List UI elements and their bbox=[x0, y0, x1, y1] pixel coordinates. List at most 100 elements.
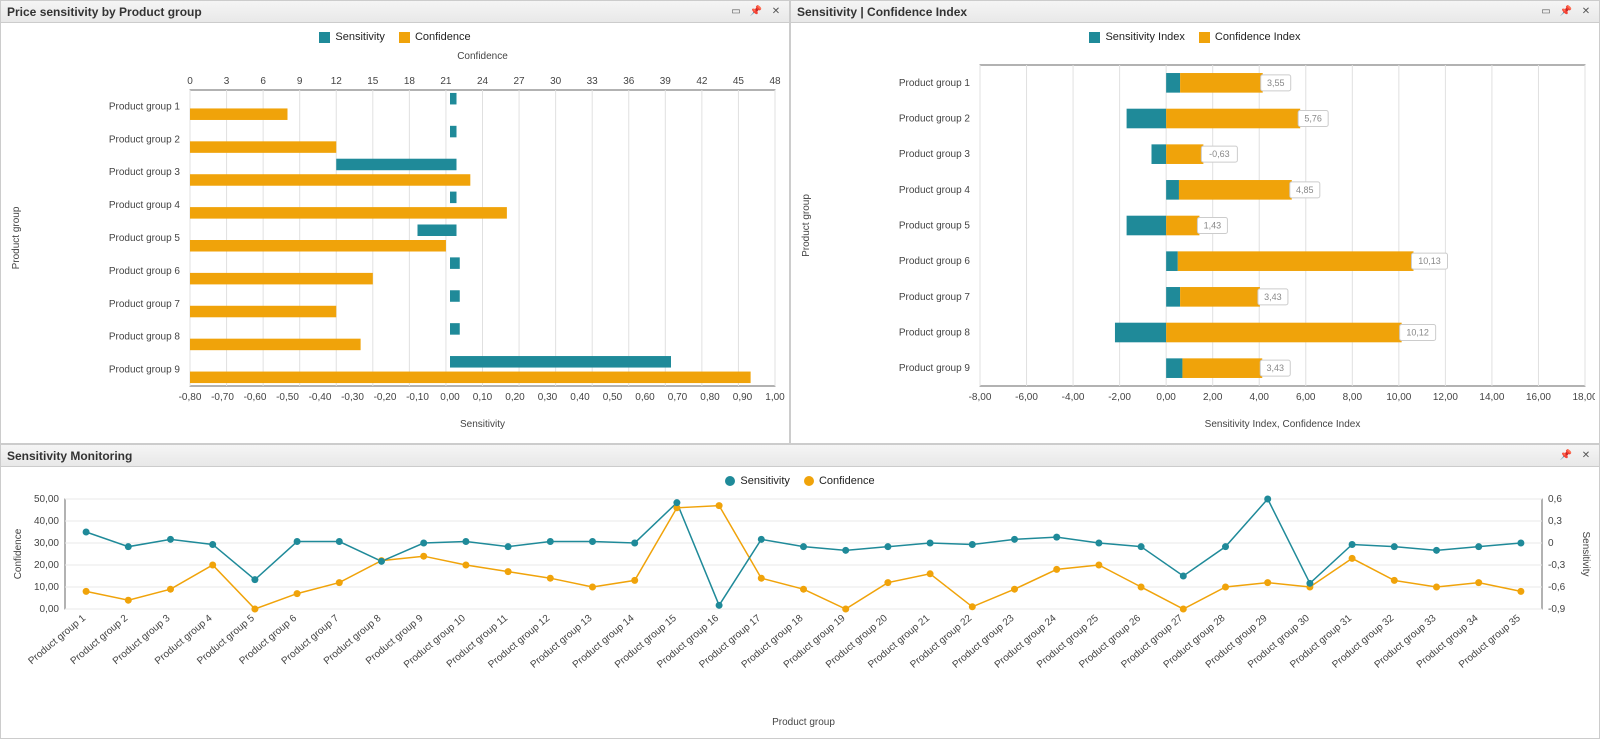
legend-swatch-orange bbox=[1199, 32, 1210, 43]
chart-legend: Sensitivity Index Confidence Index bbox=[795, 27, 1595, 45]
svg-text:Sensitivity: Sensitivity bbox=[460, 419, 505, 430]
chart-monitoring[interactable]: ConfidenceSensitivityProduct group0,0010… bbox=[5, 489, 1597, 729]
svg-text:48: 48 bbox=[769, 76, 781, 87]
svg-text:Product group 5: Product group 5 bbox=[109, 233, 181, 244]
svg-text:Product group 1: Product group 1 bbox=[109, 101, 181, 112]
svg-text:10,00: 10,00 bbox=[34, 582, 59, 593]
svg-text:Product group 6: Product group 6 bbox=[109, 266, 181, 277]
svg-text:Product group 7: Product group 7 bbox=[899, 292, 971, 303]
svg-text:20,00: 20,00 bbox=[34, 560, 59, 571]
panel-controls: ▭ 📌 ✕ bbox=[1539, 5, 1593, 19]
legend-swatch-teal bbox=[1089, 32, 1100, 43]
chart-confidence-index[interactable]: Sensitivity Index, Confidence Index Produ… bbox=[795, 45, 1595, 431]
svg-text:Sensitivity: Sensitivity bbox=[1580, 531, 1591, 576]
svg-text:0,00: 0,00 bbox=[1156, 392, 1176, 403]
svg-text:0,6: 0,6 bbox=[1548, 494, 1562, 505]
panel-controls: 📌 ✕ bbox=[1559, 449, 1593, 463]
svg-text:0,10: 0,10 bbox=[473, 392, 493, 403]
panel-body: Sensitivity Confidence Confidence Sensiti… bbox=[1, 467, 1599, 738]
svg-text:Product group 2: Product group 2 bbox=[899, 114, 971, 125]
legend-item-sensitivity-index[interactable]: Sensitivity Index bbox=[1089, 31, 1184, 43]
svg-text:-0,10: -0,10 bbox=[406, 392, 429, 403]
svg-text:-0,9: -0,9 bbox=[1548, 604, 1566, 615]
svg-text:0,3: 0,3 bbox=[1548, 516, 1562, 527]
svg-text:Product group: Product group bbox=[801, 194, 812, 257]
legend-item-confidence[interactable]: Confidence bbox=[804, 475, 875, 487]
svg-text:Product group 5: Product group 5 bbox=[899, 221, 971, 232]
close-icon[interactable]: ✕ bbox=[1579, 449, 1593, 463]
panel-body: Sensitivity Index Confidence Index Sensi… bbox=[791, 23, 1599, 443]
svg-text:39: 39 bbox=[660, 76, 672, 87]
svg-text:-0,50: -0,50 bbox=[276, 392, 299, 403]
pin-icon[interactable]: 📌 bbox=[1559, 5, 1573, 19]
panel-body: Sensitivity Confidence ConfidenceSensiti… bbox=[1, 23, 789, 443]
svg-text:0: 0 bbox=[1548, 538, 1554, 549]
svg-text:18: 18 bbox=[404, 76, 416, 87]
svg-text:-0,30: -0,30 bbox=[341, 392, 364, 403]
svg-text:Product group 4: Product group 4 bbox=[109, 200, 181, 211]
panel-header: Sensitivity | Confidence Index ▭ 📌 ✕ bbox=[791, 1, 1599, 23]
pin-icon[interactable]: 📌 bbox=[749, 5, 763, 19]
svg-text:Product group 2: Product group 2 bbox=[109, 134, 181, 145]
svg-text:-0,60: -0,60 bbox=[244, 392, 267, 403]
svg-text:21: 21 bbox=[440, 76, 452, 87]
panel-title: Price sensitivity by Product group bbox=[7, 5, 729, 19]
svg-text:3,43: 3,43 bbox=[1264, 292, 1282, 302]
svg-text:Product group 8: Product group 8 bbox=[109, 332, 181, 343]
svg-text:1,00: 1,00 bbox=[765, 392, 785, 403]
legend-dot-teal bbox=[725, 476, 735, 486]
panel-title: Sensitivity Monitoring bbox=[7, 449, 1559, 463]
panel-controls: ▭ 📌 ✕ bbox=[729, 5, 783, 19]
pin-icon[interactable]: 📌 bbox=[1559, 449, 1573, 463]
svg-text:12,00: 12,00 bbox=[1433, 392, 1458, 403]
svg-text:-0,20: -0,20 bbox=[374, 392, 397, 403]
close-icon[interactable]: ✕ bbox=[769, 5, 783, 19]
panel-price-sensitivity: Price sensitivity by Product group ▭ 📌 ✕… bbox=[0, 0, 790, 444]
svg-text:Product group 8: Product group 8 bbox=[899, 328, 971, 339]
svg-text:6: 6 bbox=[260, 76, 266, 87]
maximize-icon[interactable]: ▭ bbox=[729, 5, 743, 19]
svg-text:40,00: 40,00 bbox=[34, 516, 59, 527]
svg-text:Product group 7: Product group 7 bbox=[109, 299, 181, 310]
legend-item-confidence[interactable]: Confidence bbox=[399, 31, 471, 43]
legend-label: Confidence bbox=[415, 31, 471, 43]
legend-item-confidence-index[interactable]: Confidence Index bbox=[1199, 31, 1301, 43]
legend-swatch-teal bbox=[319, 32, 330, 43]
svg-text:-0,63: -0,63 bbox=[1209, 149, 1230, 159]
legend-label: Sensitivity bbox=[740, 475, 790, 487]
panel-header: Price sensitivity by Product group ▭ 📌 ✕ bbox=[1, 1, 789, 23]
svg-text:30,00: 30,00 bbox=[34, 538, 59, 549]
legend-item-sensitivity[interactable]: Sensitivity bbox=[319, 31, 385, 43]
maximize-icon[interactable]: ▭ bbox=[1539, 5, 1553, 19]
svg-text:Product group 6: Product group 6 bbox=[899, 256, 971, 267]
svg-text:Sensitivity Index, Confidence: Sensitivity Index, Confidence Index bbox=[1205, 419, 1361, 430]
svg-text:0,60: 0,60 bbox=[635, 392, 655, 403]
svg-text:-6,00: -6,00 bbox=[1015, 392, 1038, 403]
chart-price-sensitivity[interactable]: ConfidenceSensitivityProduct group036912… bbox=[5, 45, 785, 431]
svg-text:Confidence: Confidence bbox=[13, 528, 24, 579]
close-icon[interactable]: ✕ bbox=[1579, 5, 1593, 19]
svg-text:4,85: 4,85 bbox=[1296, 185, 1314, 195]
svg-text:-2,00: -2,00 bbox=[1108, 392, 1131, 403]
svg-text:Product group 9: Product group 9 bbox=[899, 363, 971, 374]
svg-text:0,00: 0,00 bbox=[440, 392, 460, 403]
svg-text:Confidence: Confidence bbox=[457, 51, 508, 62]
svg-text:4,00: 4,00 bbox=[1249, 392, 1269, 403]
legend-label: Sensitivity Index bbox=[1105, 31, 1184, 43]
svg-text:-0,3: -0,3 bbox=[1548, 560, 1566, 571]
svg-text:Product group 9: Product group 9 bbox=[109, 365, 181, 376]
svg-text:3: 3 bbox=[224, 76, 230, 87]
svg-text:45: 45 bbox=[733, 76, 745, 87]
svg-text:0,90: 0,90 bbox=[733, 392, 753, 403]
svg-text:-0,70: -0,70 bbox=[211, 392, 234, 403]
svg-text:0: 0 bbox=[187, 76, 193, 87]
svg-text:27: 27 bbox=[514, 76, 526, 87]
svg-text:18,00: 18,00 bbox=[1572, 392, 1595, 403]
legend-label: Sensitivity bbox=[335, 31, 385, 43]
svg-text:10,12: 10,12 bbox=[1406, 328, 1429, 338]
legend-item-sensitivity[interactable]: Sensitivity bbox=[725, 475, 790, 487]
svg-text:Product group: Product group bbox=[11, 206, 22, 269]
chart-legend: Sensitivity Confidence bbox=[5, 27, 785, 45]
svg-text:Product group 3: Product group 3 bbox=[899, 149, 971, 160]
svg-text:24: 24 bbox=[477, 76, 489, 87]
